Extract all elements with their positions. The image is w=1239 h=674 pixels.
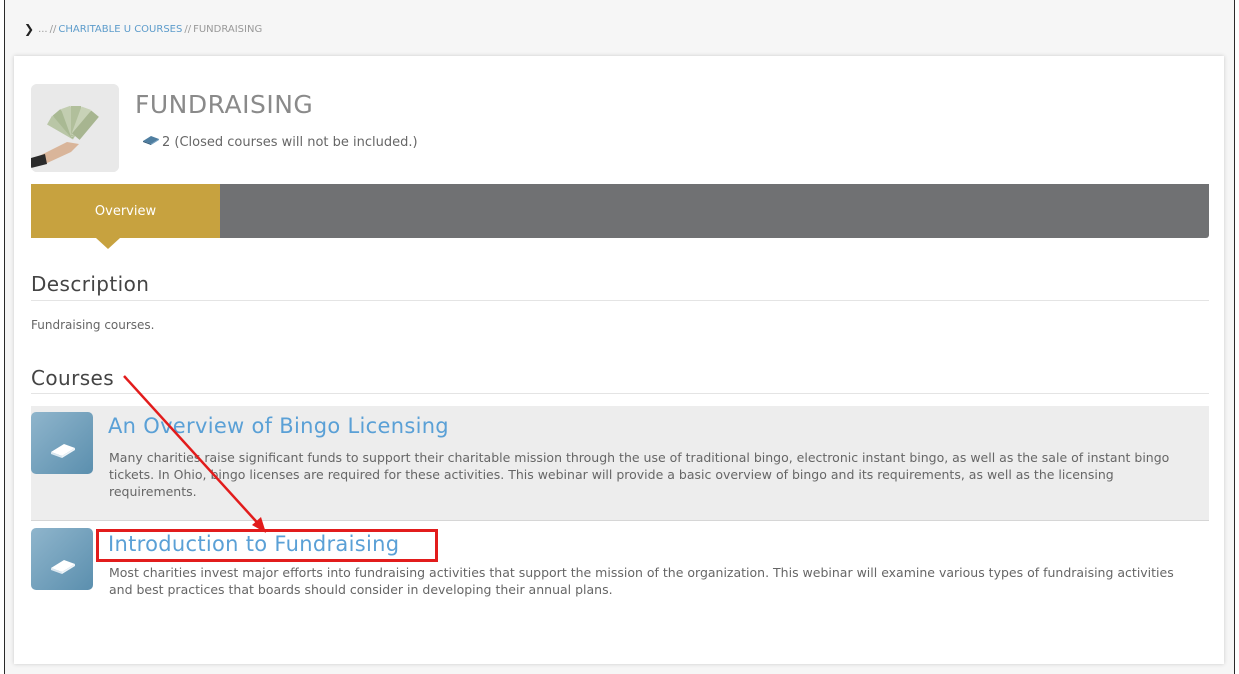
course-title-link[interactable]: An Overview of Bingo Licensing (108, 414, 449, 438)
tab-overview[interactable]: Overview (31, 184, 220, 238)
highlight-box (96, 529, 438, 562)
chevron-right-icon[interactable]: ❯ (24, 22, 34, 36)
description-heading: Description (31, 272, 150, 296)
breadcrumb-ellipsis[interactable]: ... (38, 24, 48, 35)
page-title: FUNDRAISING (135, 90, 314, 119)
breadcrumb: ❯ ... // CHARITABLE U COURSES // FUNDRAI… (24, 22, 262, 36)
course-description: Most charities invest major efforts into… (109, 565, 1174, 597)
book-icon[interactable] (31, 412, 93, 474)
course-count-text: 2 (Closed courses will not be included.) (162, 134, 418, 150)
breadcrumb-link-courses[interactable]: CHARITABLE U COURSES (58, 24, 182, 35)
book-icon[interactable] (31, 528, 93, 590)
breadcrumb-separator: // (49, 23, 57, 35)
course-count: 2 (Closed courses will not be included.) (142, 134, 418, 150)
courses-heading: Courses (31, 366, 115, 390)
tab-bar: Overview (31, 184, 1209, 238)
course-description: Many charities raise significant funds t… (109, 450, 1170, 499)
book-icon (142, 134, 160, 150)
divider (31, 300, 1209, 301)
category-thumbnail (31, 84, 119, 172)
active-tab-indicator (96, 238, 120, 249)
course-item[interactable]: An Overview of Bingo Licensing Many char… (31, 406, 1209, 521)
description-text: Fundraising courses. (31, 318, 155, 332)
category-card: FUNDRAISING 2 (Closed courses will not b… (14, 56, 1224, 664)
money-fan-image (31, 84, 119, 172)
breadcrumb-separator: // (184, 23, 192, 35)
divider (31, 393, 1209, 394)
breadcrumb-current: FUNDRAISING (193, 23, 263, 35)
